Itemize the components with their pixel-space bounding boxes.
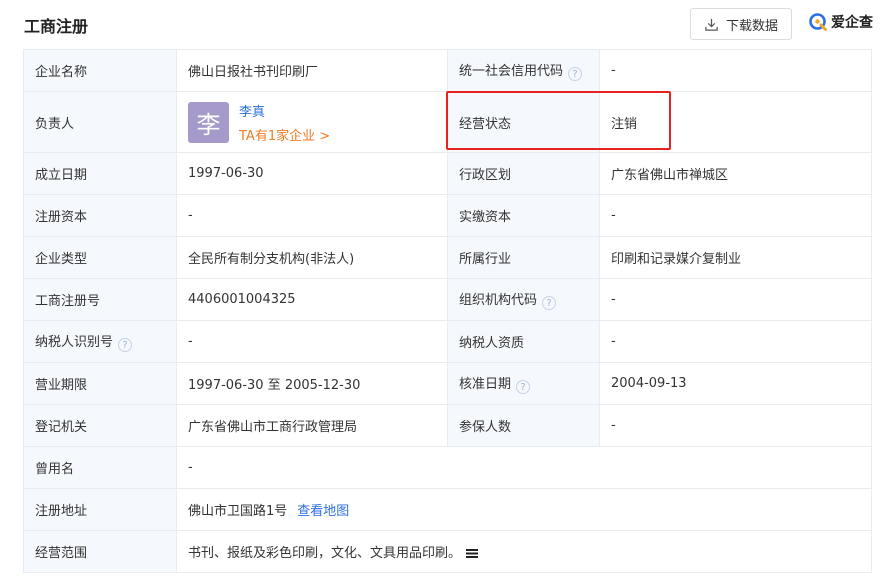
- business-term-label: 营业期限: [23, 362, 177, 405]
- table-row: 成立日期 1997-06-30 行政区划 广东省佛山市禅城区: [23, 152, 872, 195]
- section-header: 工商注册 下载数据 爱企查: [0, 0, 895, 48]
- credit-code-value: -: [599, 49, 872, 92]
- scope-value: 书刊、报纸及彩色印刷，文化、文具用品印刷。: [188, 546, 462, 561]
- business-registration-table: 企业名称 佛山日报社书刊印刷厂 统一社会信用代码? - 负责人 李 李真 TA有…: [23, 49, 872, 573]
- question-circle-icon[interactable]: ?: [542, 296, 557, 311]
- founded-value: 1997-06-30: [176, 152, 448, 195]
- company-name-value: 佛山日报社书刊印刷厂: [176, 49, 448, 92]
- reg-number-value: 4406001004325: [176, 278, 448, 321]
- approval-date-label-cell: 核准日期?: [447, 362, 600, 405]
- approval-date-label: 核准日期: [459, 376, 512, 392]
- org-code-label-cell: 组织机构代码?: [447, 278, 600, 321]
- download-icon: [705, 18, 718, 31]
- table-row: 注册地址 佛山市卫国路1号 查看地图: [23, 488, 872, 531]
- taxpayer-id-label-cell: 纳税人识别号?: [23, 320, 177, 363]
- business-term-value: 1997-06-30 至 2005-12-30: [176, 362, 448, 405]
- reg-number-label: 工商注册号: [23, 278, 177, 321]
- authority-label: 登记机关: [23, 404, 177, 447]
- avatar: 李: [188, 101, 229, 143]
- table-row: 注册资本 - 实缴资本 -: [23, 194, 872, 237]
- taxpayer-qual-label: 纳税人资质: [447, 320, 600, 363]
- insured-value: -: [599, 404, 872, 447]
- view-map-link[interactable]: 查看地图: [297, 504, 349, 519]
- former-name-value: -: [176, 446, 872, 489]
- table-row: 经营范围 书刊、报纸及彩色印刷，文化、文具用品印刷。: [23, 530, 872, 573]
- question-circle-icon[interactable]: ?: [568, 67, 583, 82]
- reg-capital-label: 注册资本: [23, 194, 177, 237]
- taxpayer-qual-value: -: [599, 320, 872, 363]
- brand-logo-icon: [809, 13, 827, 31]
- person-name-link[interactable]: 李真: [239, 101, 330, 120]
- address-value: 佛山市卫国路1号: [188, 504, 288, 519]
- industry-label: 所属行业: [447, 236, 600, 279]
- table-row: 企业类型 全民所有制分支机构(非法人) 所属行业 印刷和记录媒介复制业: [23, 236, 872, 279]
- table-row: 曾用名 -: [23, 446, 872, 489]
- question-circle-icon[interactable]: ?: [516, 380, 531, 395]
- legal-person-label: 负责人: [23, 91, 177, 153]
- status-value: 注销: [599, 91, 872, 153]
- paid-capital-value: -: [599, 194, 872, 237]
- person-card: 李 李真 TA有1家企业 >: [188, 101, 436, 144]
- table-row: 登记机关 广东省佛山市工商行政管理局 参保人数 -: [23, 404, 872, 447]
- scope-cell: 书刊、报纸及彩色印刷，文化、文具用品印刷。: [176, 530, 872, 573]
- credit-code-label: 统一社会信用代码: [459, 63, 564, 79]
- founded-label: 成立日期: [23, 152, 177, 195]
- approval-date-value: 2004-09-13: [599, 362, 872, 405]
- org-code-label: 组织机构代码: [459, 292, 538, 308]
- industry-value: 印刷和记录媒介复制业: [599, 236, 872, 279]
- taxpayer-id-label: 纳税人识别号: [35, 334, 114, 350]
- person-companies-link[interactable]: TA有1家企业 >: [239, 125, 330, 144]
- download-label: 下载数据: [725, 18, 778, 34]
- address-label: 注册地址: [23, 488, 177, 531]
- former-name-label: 曾用名: [23, 446, 177, 489]
- address-cell: 佛山市卫国路1号 查看地图: [176, 488, 872, 531]
- question-circle-icon[interactable]: ?: [118, 338, 133, 353]
- table-row: 纳税人识别号? - 纳税人资质 -: [23, 320, 872, 363]
- reg-capital-value: -: [176, 194, 448, 237]
- table-row: 营业期限 1997-06-30 至 2005-12-30 核准日期? 2004-…: [23, 362, 872, 405]
- company-type-label: 企业类型: [23, 236, 177, 279]
- region-label: 行政区划: [447, 152, 600, 195]
- legal-person-cell: 李 李真 TA有1家企业 >: [176, 91, 448, 153]
- insured-label: 参保人数: [447, 404, 600, 447]
- page-title: 工商注册: [24, 17, 89, 36]
- paid-capital-label: 实缴资本: [447, 194, 600, 237]
- download-data-button[interactable]: 下载数据: [690, 8, 792, 40]
- brand: 爱企查: [808, 12, 873, 32]
- company-name-label: 企业名称: [23, 49, 177, 92]
- table-row: 工商注册号 4406001004325 组织机构代码? -: [23, 278, 872, 321]
- status-label: 经营状态: [447, 91, 600, 153]
- scope-label: 经营范围: [23, 530, 177, 573]
- taxpayer-id-value: -: [176, 320, 448, 363]
- org-code-value: -: [599, 278, 872, 321]
- person-info: 李真 TA有1家企业 >: [239, 101, 330, 144]
- authority-value: 广东省佛山市工商行政管理局: [176, 404, 448, 447]
- brand-name: 爱企查: [831, 15, 873, 31]
- credit-code-label-cell: 统一社会信用代码?: [447, 49, 600, 92]
- more-icon[interactable]: [466, 548, 479, 558]
- table-row: 负责人 李 李真 TA有1家企业 > 经营状态 注销: [23, 91, 872, 153]
- region-value: 广东省佛山市禅城区: [599, 152, 872, 195]
- table-row: 企业名称 佛山日报社书刊印刷厂 统一社会信用代码? -: [23, 49, 872, 92]
- company-type-value: 全民所有制分支机构(非法人): [176, 236, 448, 279]
